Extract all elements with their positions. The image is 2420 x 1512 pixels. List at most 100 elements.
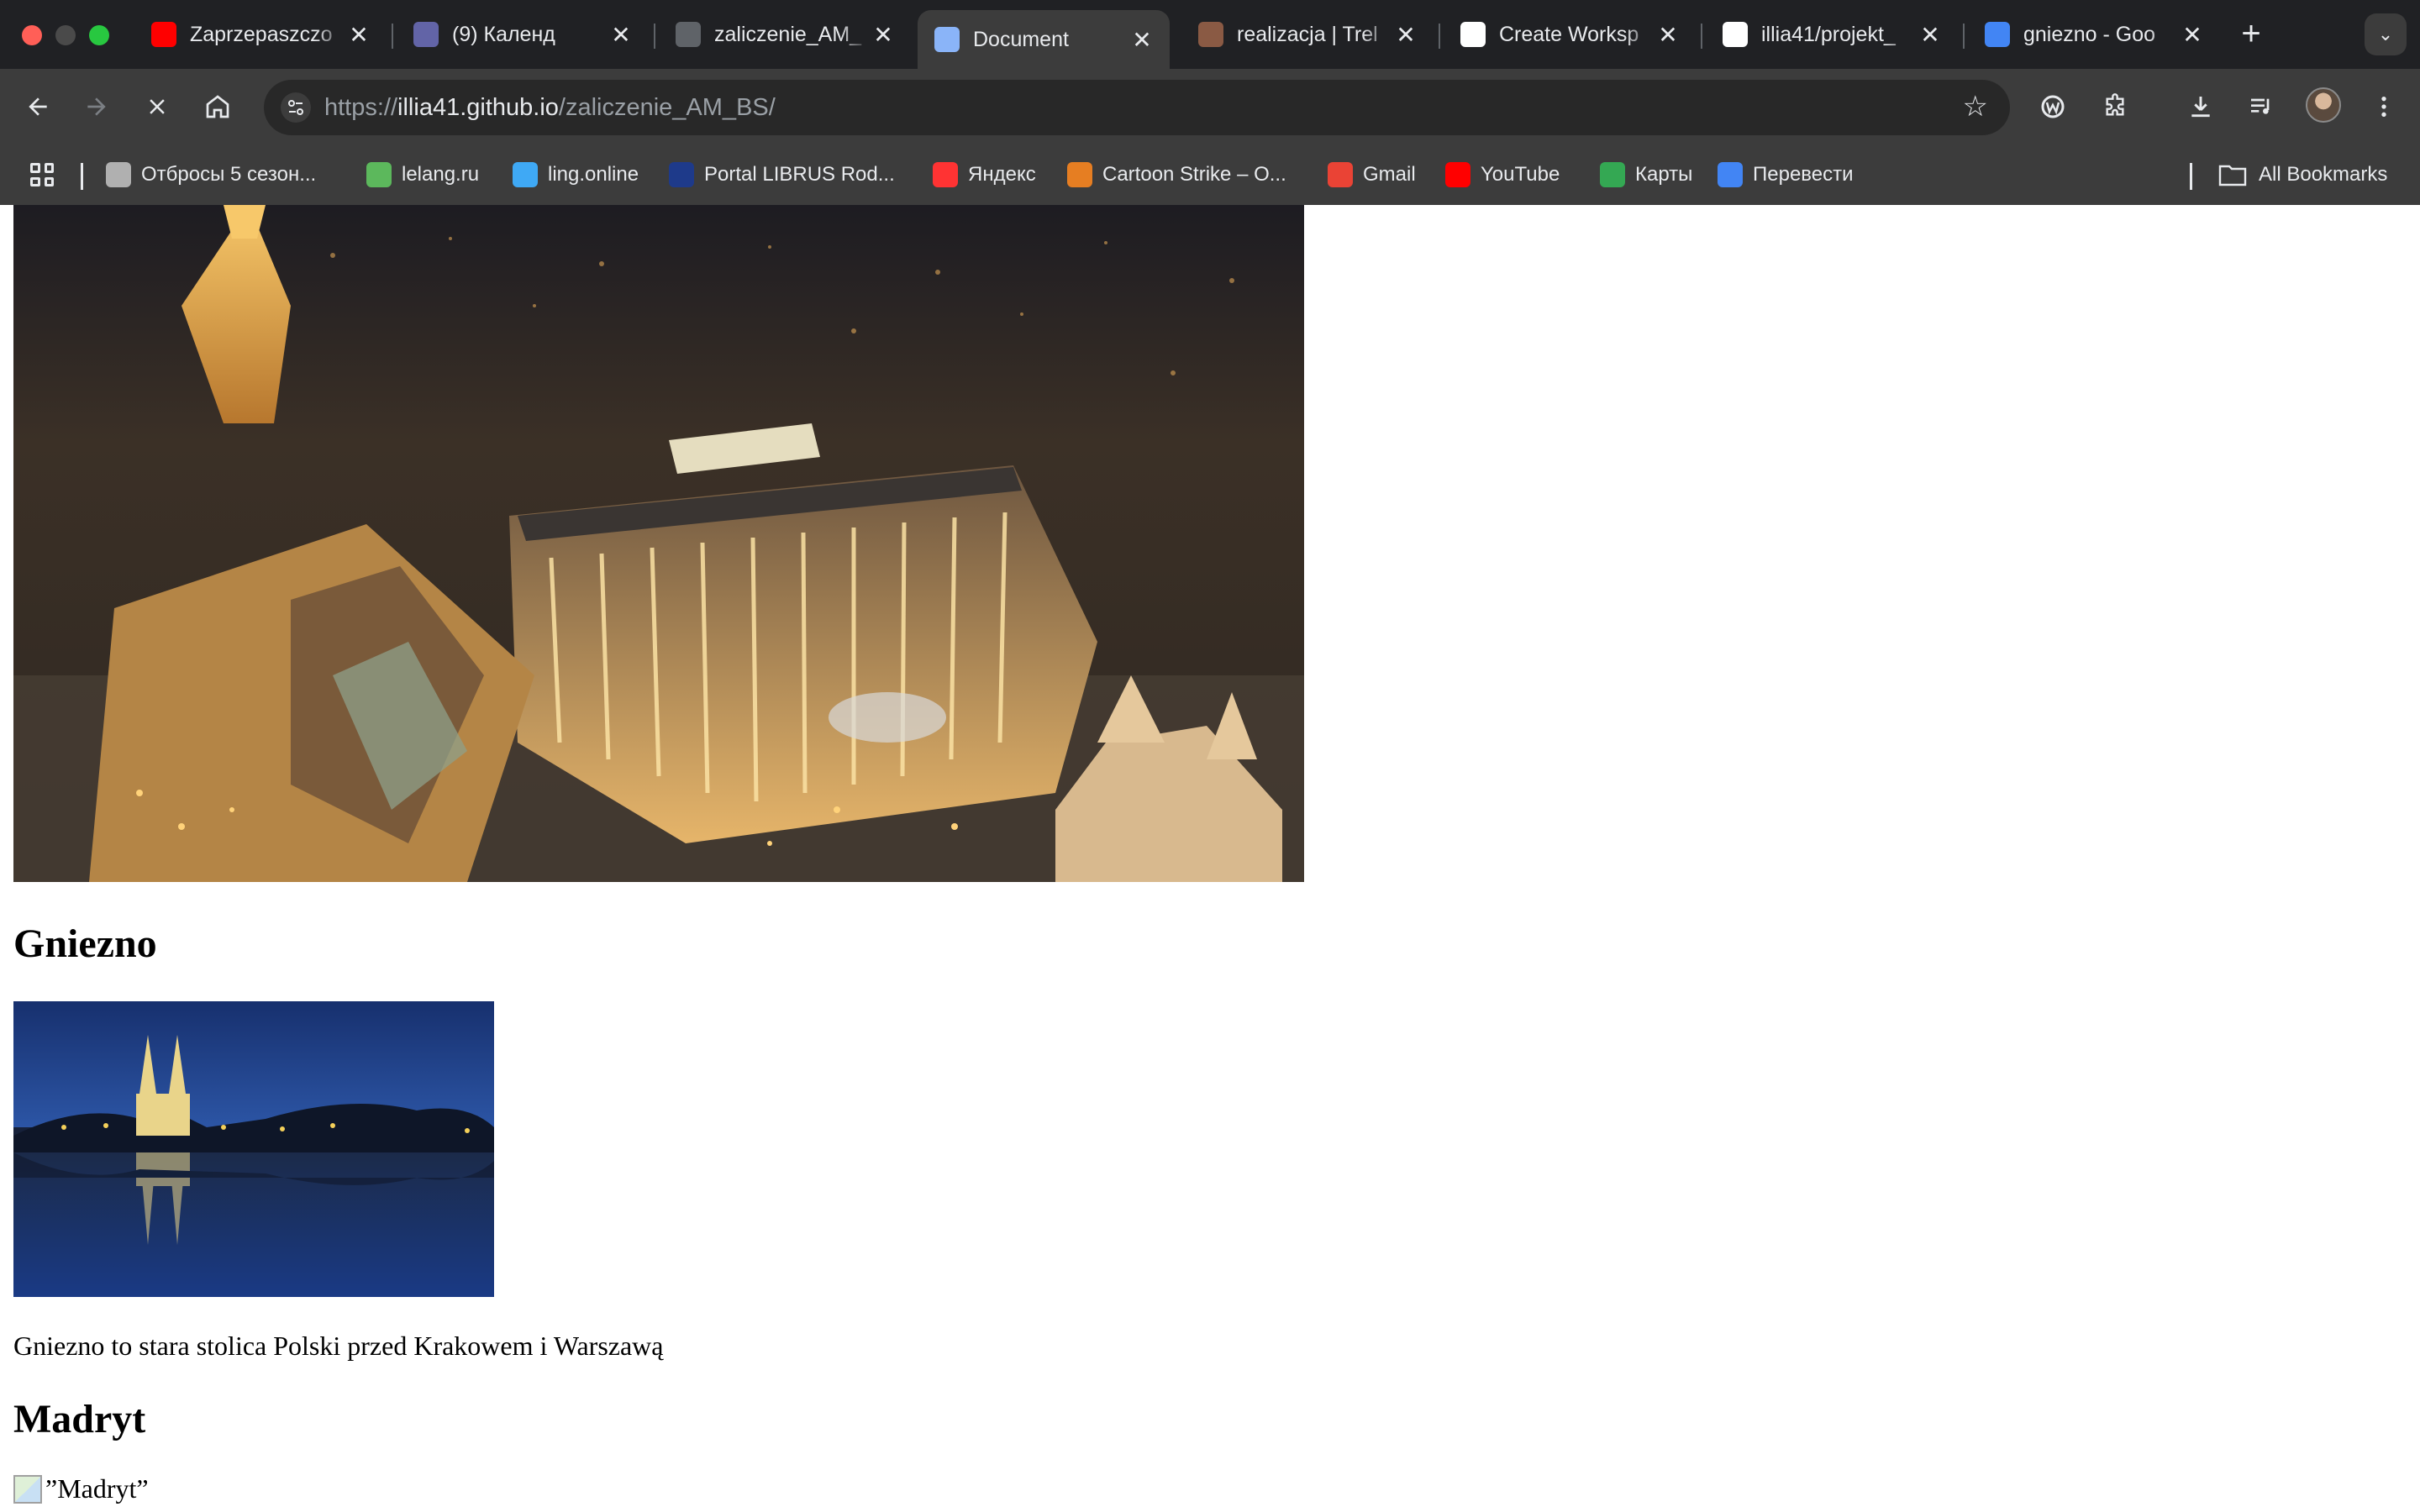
bookmarks-separator [81, 163, 83, 190]
bookmark-item[interactable]: Карты [1600, 160, 1692, 190]
tab-close-icon[interactable]: ✕ [608, 21, 634, 49]
tab-close-icon[interactable]: ✕ [346, 21, 371, 49]
bookmark-label: Яндекс [968, 163, 1036, 186]
broken-image-madryt: ”Madryt” [13, 1473, 149, 1504]
tab-7[interactable]: illia41/projekt_ ✕ [1706, 10, 1958, 59]
all-bookmarks-button[interactable]: All Bookmarks [2218, 160, 2387, 190]
close-icon [150, 99, 165, 114]
bookmarks-separator [2190, 163, 2192, 190]
tab-6[interactable]: Create Worksp ✕ [1444, 10, 1696, 59]
budapest-hero-image [13, 205, 1304, 882]
gmail-icon [1328, 162, 1353, 187]
plus-icon: + [2241, 15, 2261, 52]
site-info-icon[interactable] [281, 92, 311, 123]
tab-close-icon[interactable]: ✕ [1129, 26, 1155, 54]
trello-icon [1198, 22, 1223, 47]
url-text[interactable]: https://illia41.github.io/zaliczenie_AM_… [324, 94, 776, 122]
bookmark-label: Перевести [1753, 163, 1854, 186]
all-bookmarks-label: All Bookmarks [2259, 163, 2388, 186]
bookmark-item[interactable]: Cartoon Strike – O... [1067, 160, 1286, 190]
back-button[interactable] [18, 87, 57, 126]
bookmark-item[interactable]: lelang.ru [366, 160, 479, 190]
tab-8[interactable]: gniezno - Goo ✕ [1968, 10, 2220, 59]
bookmark-item[interactable]: Gmail [1328, 160, 1416, 190]
media-controls-button[interactable] [2242, 87, 2281, 126]
tab-close-icon[interactable]: ✕ [1393, 21, 1418, 49]
playlist-icon [2251, 98, 2270, 114]
gniezno-image [13, 1001, 494, 1297]
tab-search-button[interactable]: ⌄ [2365, 13, 2407, 55]
teams-icon [413, 22, 439, 47]
tab-title: illia41/projekt_ [1761, 22, 1896, 46]
tab-separator [1439, 24, 1440, 49]
librus-icon [669, 162, 694, 187]
bookmark-label: YouTube [1481, 163, 1560, 186]
toolbar: https://illia41.github.io/zaliczenie_AM_… [0, 69, 2420, 144]
bookmark-item[interactable]: Отбросы 5 сезон... [106, 160, 316, 190]
back-arrow-icon [29, 97, 47, 116]
tab-separator [1963, 24, 1965, 49]
heading-madryt: Madryt [13, 1397, 146, 1441]
bookmark-item[interactable]: ling.online [513, 160, 639, 190]
forward-arrow-icon [87, 97, 106, 116]
youtube-icon [1445, 162, 1470, 187]
broken-image-icon [13, 1474, 42, 1504]
yandex-icon [933, 162, 958, 187]
address-bar[interactable]: https://illia41.github.io/zaliczenie_AM_… [264, 80, 2010, 135]
minimize-window-button[interactable] [55, 25, 76, 45]
maximize-window-button[interactable] [89, 25, 109, 45]
tab-separator [654, 24, 655, 49]
bookmark-label: lelang.ru [402, 163, 480, 186]
bookmark-item[interactable]: YouTube [1445, 160, 1560, 190]
apps-grid-icon[interactable] [30, 163, 54, 186]
tab-title: Create Worksp [1499, 22, 1639, 46]
google-icon [1985, 22, 2010, 47]
bookmark-item[interactable]: Portal LIBRUS Rod... [669, 160, 895, 190]
home-button[interactable] [198, 87, 237, 126]
download-icon [2191, 97, 2210, 118]
tab-close-icon[interactable]: ✕ [1918, 21, 1943, 49]
night-city-photo [13, 205, 1304, 882]
extensions-button[interactable] [2096, 87, 2134, 126]
tab-title: Zaprzepaszczo [190, 22, 333, 46]
bookmark-item[interactable]: Перевести [1718, 160, 1854, 190]
tab-3[interactable]: zaliczenie_AM_ ✕ [659, 10, 911, 59]
tab-1[interactable]: Zaprzepaszczo ✕ [134, 10, 387, 59]
game-icon [1067, 162, 1092, 187]
tab-title: gniezno - Goo [2023, 22, 2156, 46]
bookmark-label: Cartoon Strike – O... [1102, 163, 1286, 186]
downloads-button[interactable] [2181, 87, 2220, 126]
bookmark-label: ling.online [548, 163, 639, 186]
tab-2[interactable]: (9) Календ ✕ [397, 10, 649, 59]
globe-icon [676, 22, 701, 47]
tab-close-icon[interactable]: ✕ [2180, 21, 2205, 49]
bookmark-item[interactable]: Яндекс [933, 160, 1036, 190]
tab-title: realizacja | Trel [1237, 22, 1378, 46]
paragraph-gniezno: Gniezno to stara stolica Polski przed Kr… [13, 1331, 664, 1361]
tab-close-icon[interactable]: ✕ [871, 21, 896, 49]
browser-chrome: Zaprzepaszczo ✕ (9) Календ ✕ zaliczenie_AM_ ✕… [0, 0, 2420, 205]
extension-w-button[interactable] [2033, 87, 2072, 126]
bookmark-label: Карты [1635, 163, 1693, 186]
new-tab-button[interactable]: + [2232, 15, 2270, 54]
github-icon [1723, 22, 1748, 47]
bookmark-star-icon[interactable]: ☆ [1963, 90, 1988, 123]
stop-loading-button[interactable] [138, 87, 176, 126]
play-icon [366, 162, 392, 187]
close-window-button[interactable] [22, 25, 42, 45]
tab-4[interactable]: Document ✕ [918, 10, 1170, 69]
url-scheme: https:// [324, 94, 398, 121]
tab-close-icon[interactable]: ✕ [1655, 21, 1681, 49]
tab-5[interactable]: realizacja | Trel ✕ [1181, 10, 1434, 59]
forward-button[interactable] [77, 87, 116, 126]
page-content: Gniezno Gniezno to stara stolica Polski … [0, 205, 2420, 1512]
translate-icon [1718, 162, 1743, 187]
tab-title: (9) Календ [452, 22, 555, 46]
broken-image-alt-text: ”Madryt” [45, 1473, 149, 1504]
cartoon-icon [106, 162, 131, 187]
profile-avatar[interactable] [2306, 87, 2341, 123]
home-icon [206, 95, 229, 118]
chrome-menu-button[interactable] [2365, 87, 2403, 126]
maps-icon [1600, 162, 1625, 187]
bookmark-label: Portal LIBRUS Rod... [704, 163, 895, 186]
